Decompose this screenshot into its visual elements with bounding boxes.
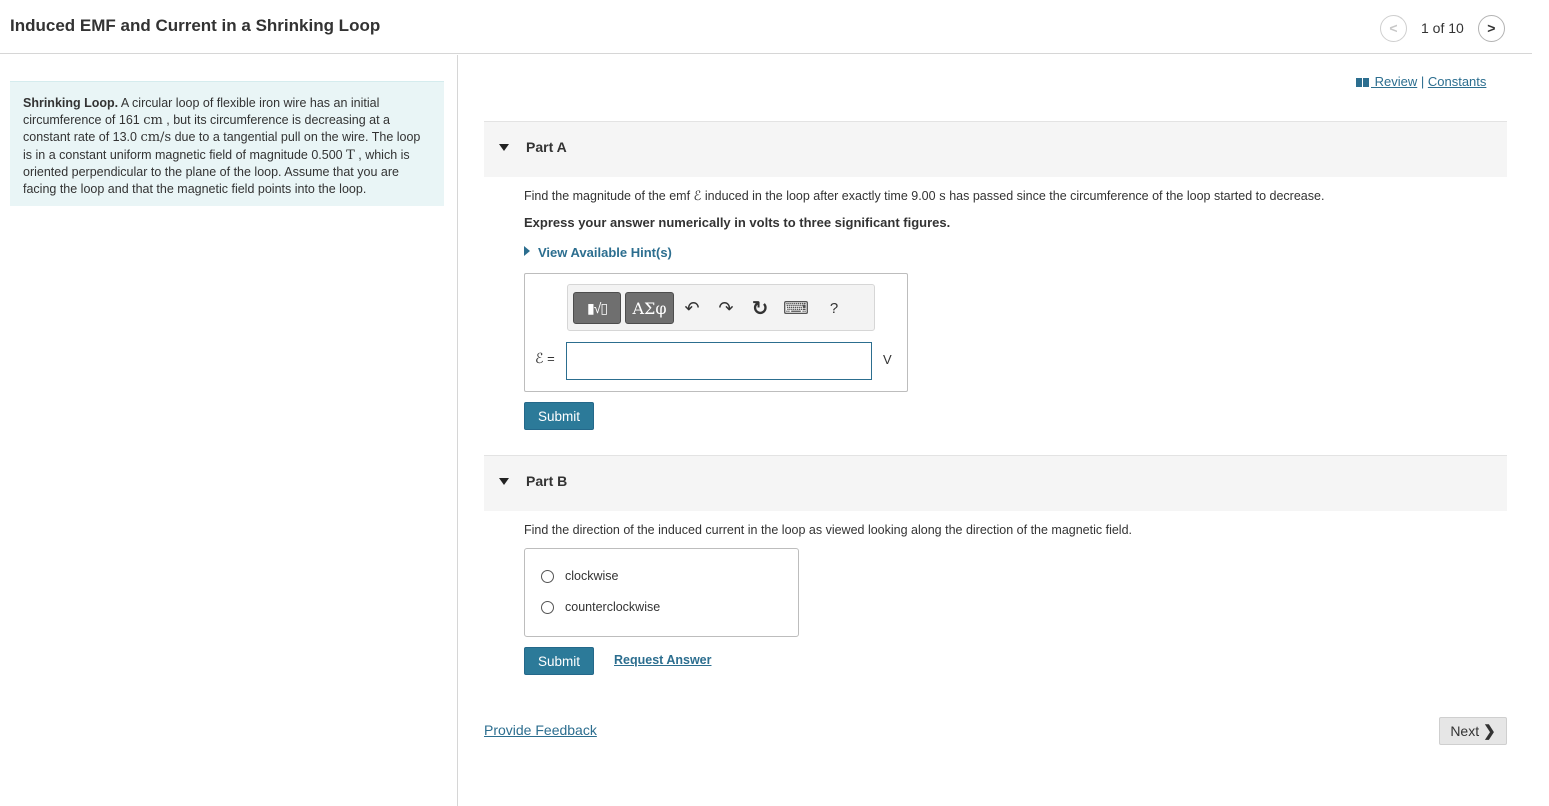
reset-icon: ↻ xyxy=(751,297,769,320)
resource-links: Review | Constants xyxy=(1356,74,1486,89)
choice-label: clockwise xyxy=(565,569,619,583)
greek-icon: ΑΣφ xyxy=(632,298,667,318)
top-bar: Induced EMF and Current in a Shrinking L… xyxy=(0,0,1532,54)
caret-down-icon xyxy=(499,478,509,485)
book-icon xyxy=(1356,78,1369,87)
next-label: Next xyxy=(1450,723,1480,739)
problem-intro: Shrinking Loop. A circular loop of flexi… xyxy=(10,81,444,206)
intro-unit: cm/s xyxy=(140,130,172,145)
redo-button[interactable]: ↷ xyxy=(716,298,736,318)
intro-unit: T xyxy=(346,147,355,163)
keyboard-button[interactable]: ⌨ xyxy=(783,297,809,318)
link-separator: | xyxy=(1417,74,1428,89)
part-a-submit-button[interactable]: Submit xyxy=(524,402,594,430)
part-b-question: Find the direction of the induced curren… xyxy=(524,523,1133,537)
part-a-question: Find the magnitude of the emf ℰ induced … xyxy=(524,189,1324,204)
part-a-label: Part A xyxy=(526,139,567,155)
column-divider xyxy=(457,55,458,806)
reset-button[interactable]: ↻ xyxy=(750,297,770,320)
part-b-submit-button[interactable]: Submit xyxy=(524,647,594,675)
choice-label: counterclockwise xyxy=(565,600,661,614)
caret-right-icon xyxy=(524,246,530,256)
review-link[interactable]: Review xyxy=(1371,74,1418,89)
provide-feedback-link[interactable]: Provide Feedback xyxy=(484,722,597,738)
view-hints-toggle[interactable]: View Available Hint(s) xyxy=(524,245,672,260)
equals-sign: = xyxy=(543,351,555,366)
undo-button[interactable]: ↶ xyxy=(682,298,702,318)
part-b-header[interactable]: Part B xyxy=(484,455,1507,511)
answer-input[interactable] xyxy=(566,342,872,380)
intro-unit: cm xyxy=(143,112,163,128)
chevron-right-icon: ❯ xyxy=(1483,723,1496,740)
answer-unit: V xyxy=(883,352,892,367)
help-button[interactable]: ? xyxy=(824,298,844,318)
radio-button[interactable] xyxy=(541,569,554,583)
question-unit: s xyxy=(939,189,946,204)
intro-heading: Shrinking Loop. xyxy=(23,96,119,110)
greek-symbols-button[interactable]: ΑΣφ xyxy=(625,292,674,324)
next-button[interactable]: Next ❯ xyxy=(1439,717,1507,745)
next-item-button[interactable]: > xyxy=(1477,14,1505,42)
direction-choices: clockwise counterclockwise xyxy=(524,548,799,637)
page-title: Induced EMF and Current in a Shrinking L… xyxy=(10,16,381,35)
math-toolbar: ▮√▯ ΑΣφ ↶ ↷ ↻ ⌨ ? xyxy=(567,284,875,331)
pager: < 1 of 10 > xyxy=(1380,14,1505,42)
choice-counterclockwise[interactable]: counterclockwise xyxy=(541,600,660,614)
answer-box: ▮√▯ ΑΣφ ↶ ↷ ↻ ⌨ ? ℰ = V xyxy=(524,273,908,392)
constants-link[interactable]: Constants xyxy=(1428,74,1487,89)
previous-item-button[interactable]: < xyxy=(1380,14,1407,42)
pager-position: 1 of 10 xyxy=(1421,20,1464,36)
part-a-header[interactable]: Part A xyxy=(484,121,1507,177)
templates-button[interactable]: ▮√▯ xyxy=(573,292,621,324)
undo-icon: ↶ xyxy=(684,297,700,318)
choice-clockwise[interactable]: clockwise xyxy=(541,569,619,583)
answer-variable-label: ℰ = xyxy=(535,351,555,367)
chevron-left-icon: < xyxy=(1389,20,1398,36)
chevron-right-icon: > xyxy=(1487,20,1496,36)
radio-button[interactable] xyxy=(541,600,554,614)
templates-icon: ▮√▯ xyxy=(586,299,608,316)
caret-down-icon xyxy=(499,144,509,151)
help-icon: ? xyxy=(829,299,839,317)
keyboard-icon: ⌨ xyxy=(783,297,809,318)
part-a-instruction: Express your answer numerically in volts… xyxy=(524,215,951,230)
request-answer-link[interactable]: Request Answer xyxy=(614,653,711,667)
hint-label: View Available Hint(s) xyxy=(538,245,672,260)
redo-icon: ↷ xyxy=(718,297,734,318)
part-b-label: Part B xyxy=(526,473,568,489)
question-text: Find the magnitude of the emf xyxy=(524,189,694,203)
question-text: induced in the loop after exactly time 9… xyxy=(701,189,940,203)
question-text: has passed since the circumference of th… xyxy=(945,189,1325,203)
